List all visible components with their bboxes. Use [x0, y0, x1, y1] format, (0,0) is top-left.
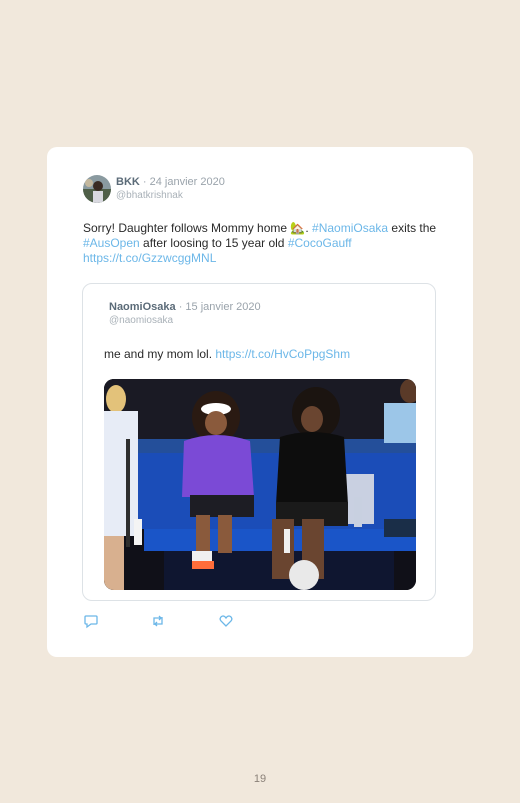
tweet-text-segment: exits the — [388, 221, 437, 235]
quoted-link[interactable]: https://t.co/HvCoPpgShm — [215, 347, 350, 361]
tweet-card: BKK · 24 janvier 2020 @bhatkrishnak Sorr… — [47, 147, 473, 657]
quoted-date[interactable]: · 15 janvier 2020 — [176, 301, 261, 313]
author-name[interactable]: BKK — [116, 176, 140, 188]
quoted-author: NaomiOsaka · 15 janvier 2020 — [109, 301, 261, 313]
quoted-text: me and my mom lol. https://t.co/HvCoPpgS… — [104, 347, 350, 361]
reply-icon[interactable] — [83, 613, 99, 629]
retweet-icon[interactable] — [150, 613, 166, 629]
tweet-text-segment: Sorry! Daughter follows Mommy home — [83, 221, 291, 235]
tweet-photo[interactable] — [104, 379, 416, 590]
tweet-date[interactable]: · 24 janvier 2020 — [140, 176, 225, 188]
quoted-handle[interactable]: @naomiosaka — [109, 315, 173, 326]
tweet-author: BKK · 24 janvier 2020 — [116, 176, 225, 188]
quoted-tweet[interactable]: NaomiOsaka · 15 janvier 2020 @naomiosaka… — [82, 283, 436, 601]
heart-icon[interactable] — [218, 613, 234, 629]
tweet-link[interactable]: https://t.co/GzzwcggMNL — [83, 251, 216, 265]
hashtag-naomiosaka[interactable]: #NaomiOsaka — [312, 221, 388, 235]
page-number: 19 — [253, 773, 267, 785]
author-handle[interactable]: @bhatkrishnak — [116, 190, 183, 201]
tweet-actions — [83, 613, 283, 629]
hashtag-cocogauff[interactable]: #CocoGauff — [288, 236, 352, 250]
tweet-text: Sorry! Daughter follows Mommy home 🏡. #N… — [83, 221, 443, 266]
hashtag-ausopen[interactable]: #AusOpen — [83, 236, 140, 250]
quoted-author-name[interactable]: NaomiOsaka — [109, 301, 176, 313]
tweet-text-segment: after loosing to 15 year old — [139, 236, 288, 250]
avatar[interactable] — [83, 175, 111, 203]
house-emoji: 🏡 — [290, 221, 306, 235]
quoted-text-body: me and my mom lol. — [104, 347, 216, 361]
